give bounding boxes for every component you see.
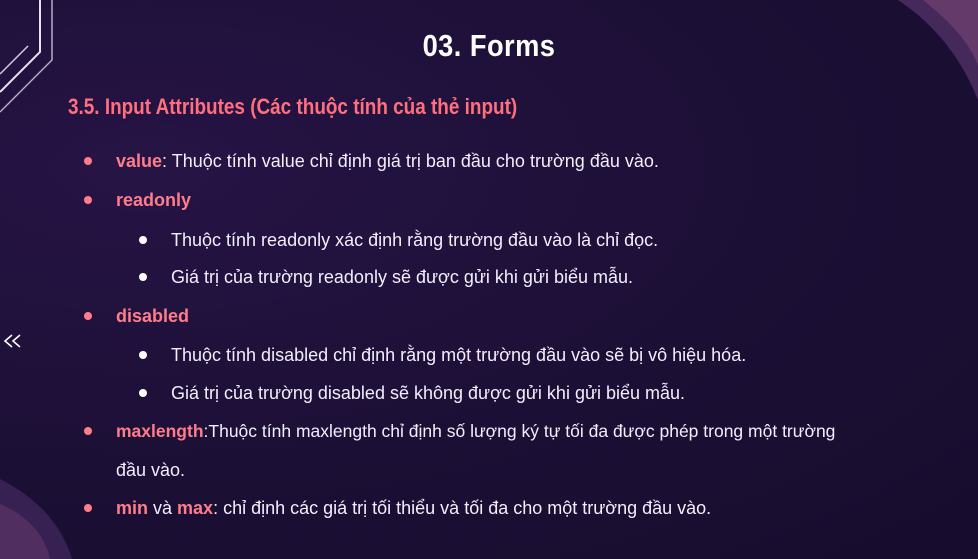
bullet-dot (84, 312, 92, 320)
sub-bullet-dot (139, 351, 147, 359)
sub-item: Giá trị của trường disabled sẽ không đượ… (171, 383, 686, 403)
keyword-value: value (116, 151, 163, 171)
keyword-disabled: disabled (116, 306, 190, 326)
sub-bullet-dot (139, 273, 147, 281)
bullet-dot (84, 196, 92, 204)
keyword-maxlength: maxlength (116, 421, 204, 441)
list-item-value: value: Thuộc tính value chỉ định giá trị… (116, 151, 659, 171)
list-item-minmax: min và max: chỉ định các giá trị tối thi… (116, 498, 711, 518)
sub-item: Thuộc tính readonly xác định rằng trường… (171, 230, 659, 250)
double-chevron-left-icon (3, 334, 21, 348)
bullet-dot (84, 504, 92, 512)
slide: 03. Forms 3.5. Input Attributes (Các thu… (0, 0, 978, 559)
joiner-text: và (148, 498, 178, 518)
sub-bullet-dot (139, 389, 147, 397)
bullet-list: value: Thuộc tính value chỉ định giá trị… (0, 0, 978, 559)
sub-item: Giá trị của trường readonly sẽ được gửi … (171, 267, 634, 287)
sub-bullet-dot (139, 236, 147, 244)
previous-slide-button[interactable] (2, 333, 24, 349)
list-item-disabled: disabled (116, 306, 189, 326)
keyword-readonly: readonly (116, 190, 192, 210)
keyword-min: min (116, 498, 149, 518)
bullet-dot (84, 427, 92, 435)
bullet-dot (84, 157, 92, 165)
list-item-maxlength: maxlength:Thuộc tính maxlength chỉ định … (116, 421, 835, 441)
sub-item: Thuộc tính disabled chỉ định rằng một tr… (171, 345, 747, 365)
keyword-max: max (177, 498, 214, 518)
list-item-readonly: readonly (116, 190, 191, 210)
item-text: :Thuộc tính maxlength chỉ định số lượng … (203, 421, 836, 441)
item-text-continued: đầu vào. (116, 460, 186, 480)
item-text: : chỉ định các giá trị tối thiểu và tối … (213, 498, 712, 518)
item-text: : Thuộc tính value chỉ định giá trị ban … (162, 151, 659, 171)
